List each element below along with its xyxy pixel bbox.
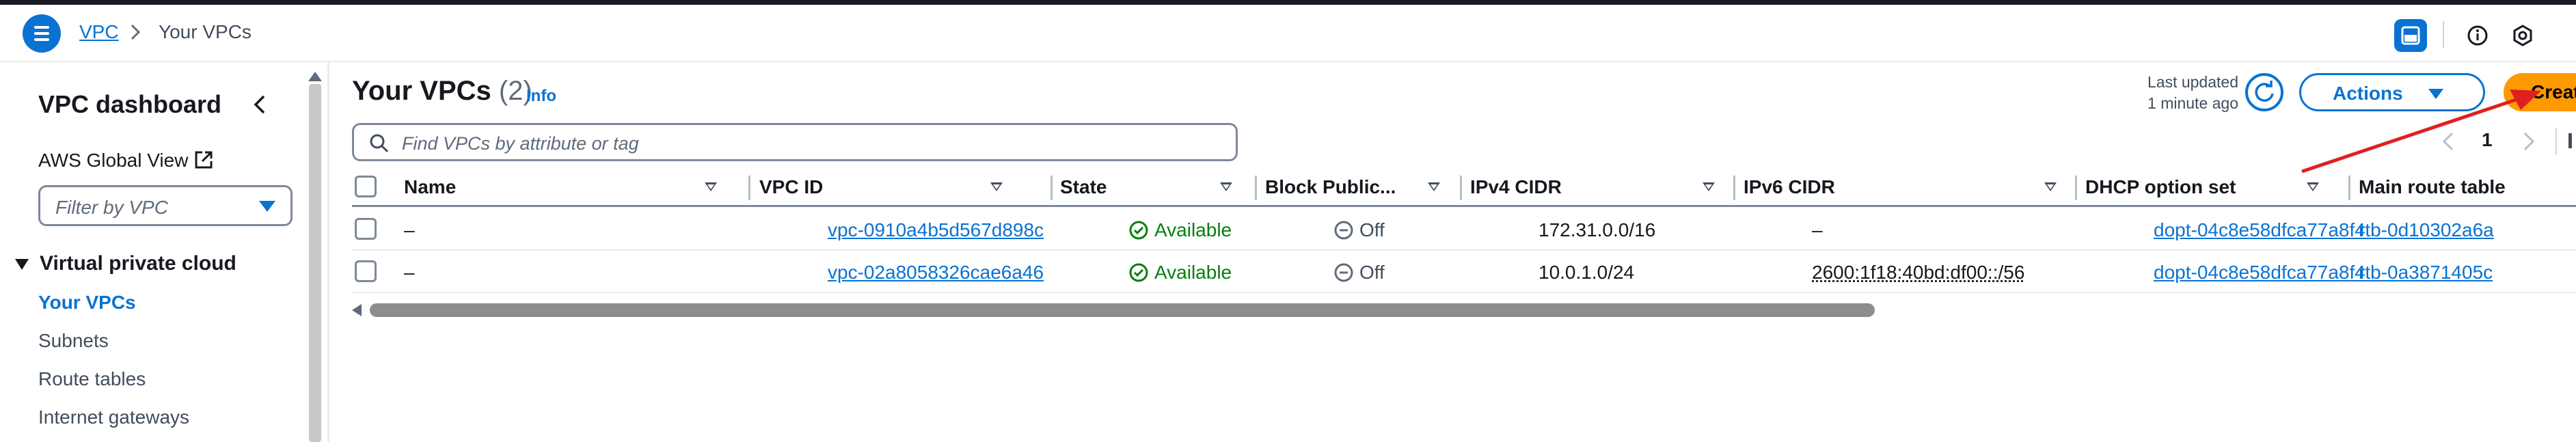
column-divider[interactable] [1255, 176, 1257, 200]
next-page-icon[interactable] [2520, 129, 2538, 154]
check-circle-icon [1129, 221, 1148, 240]
column-header-ipv4-cidr[interactable]: IPv4 CIDR [1470, 167, 1744, 207]
off-status-icon [1334, 263, 1353, 282]
collapse-sidebar-icon[interactable] [247, 91, 275, 118]
dhcp-option-set-link[interactable]: dopt-04c8e58dfca77a8f4 [2154, 262, 2365, 284]
info-link[interactable]: Info [526, 87, 556, 106]
scrollbar-thumb[interactable] [309, 84, 321, 442]
top-navigation: VPC Your VPCs [0, 5, 2576, 62]
cell-ipv6-cidr: 2600:1f18:40bd:df00::/56 [1812, 262, 2025, 283]
sidebar-item-internet-gateways[interactable]: Internet gateways [38, 406, 189, 428]
select-all-checkbox[interactable] [355, 176, 377, 197]
search-placeholder: Find VPCs by attribute or tag [402, 133, 639, 154]
column-divider[interactable] [1733, 176, 1735, 200]
menu-button[interactable] [23, 14, 61, 53]
sidebar-title: VPC dashboard [38, 90, 222, 118]
sort-icon[interactable] [990, 182, 1003, 191]
column-divider[interactable] [2075, 176, 2077, 200]
cell-state: Available [1128, 262, 1232, 284]
cell-ipv4-cidr: 10.0.1.0/24 [1538, 262, 1635, 283]
preferences-icon[interactable] [2566, 128, 2576, 152]
chevron-right-icon [131, 24, 141, 40]
page-title: Your VPCs (2) [352, 76, 532, 106]
search-input[interactable]: Find VPCs by attribute or tag [352, 123, 1238, 161]
dhcp-option-set-link[interactable]: dopt-04c8e58dfca77a8f4 [2154, 219, 2365, 241]
sort-icon[interactable] [1703, 182, 1715, 191]
side-navigation: VPC dashboard AWS Global View Filter by … [0, 62, 329, 442]
sort-icon[interactable] [2044, 182, 2057, 191]
column-header-name[interactable]: Name [404, 167, 727, 207]
horizontal-scrollbar[interactable] [352, 302, 1876, 318]
main-route-table-link[interactable]: rtb-0a3871405c [2359, 262, 2493, 284]
external-link-icon [195, 151, 213, 169]
sidebar-item-your-vpcs[interactable]: Your VPCs [38, 292, 136, 314]
info-icon[interactable] [2460, 18, 2495, 53]
refresh-button[interactable] [2245, 73, 2283, 111]
last-updated: Last updated 1 minute ago [2147, 73, 2238, 112]
cell-name: – [404, 262, 415, 283]
cell-ipv6-cidr: – [1812, 219, 1823, 240]
vpc-id-link[interactable]: vpc-02a8058326cae6a46 [828, 262, 1044, 284]
cell-block-public-access: Off [1333, 262, 1385, 284]
main-content: Your VPCs (2) Info Last updated 1 minute… [331, 62, 2576, 442]
column-header-ipv6-cidr[interactable]: IPv6 CIDR [1744, 167, 2085, 207]
cell-state: Available [1128, 219, 1232, 241]
row-checkbox[interactable] [355, 260, 377, 282]
previous-page-icon[interactable] [2439, 129, 2457, 154]
caret-down-icon [2428, 89, 2443, 99]
menu-icon [34, 26, 49, 29]
sidebar-item-subnets[interactable]: Subnets [38, 330, 109, 352]
column-divider[interactable] [1460, 176, 1462, 200]
main-route-table-link[interactable]: rtb-0d10302a6a [2359, 219, 2494, 241]
global-view-link[interactable]: AWS Global View [38, 150, 188, 171]
pager-divider [2555, 128, 2557, 155]
create-vpc-button[interactable]: Create VPC [2504, 73, 2576, 111]
table-row[interactable]: – vpc-0910a4b5d567d898c Available Off 17… [352, 208, 2576, 251]
top-band [0, 0, 2576, 5]
sort-icon[interactable] [2307, 182, 2319, 191]
sidebar-scrollbar[interactable] [308, 72, 323, 442]
column-divider[interactable] [748, 176, 750, 200]
expand-icon [15, 259, 29, 271]
vpc-id-link[interactable]: vpc-0910a4b5d567d898c [828, 219, 1044, 241]
settings-icon[interactable] [2506, 18, 2540, 53]
column-header-dhcp-option-set[interactable]: DHCP option set [2085, 167, 2359, 207]
off-status-icon [1334, 221, 1353, 240]
column-header-vpc-id[interactable]: VPC ID [759, 167, 1014, 207]
check-circle-icon [1129, 263, 1148, 282]
column-divider[interactable] [2348, 176, 2350, 200]
row-checkbox[interactable] [355, 218, 377, 240]
section-virtual-private-cloud[interactable]: Virtual private cloud [15, 252, 236, 275]
actions-button[interactable]: Actions [2299, 73, 2485, 111]
scrollbar-thumb[interactable] [370, 303, 1875, 317]
refresh-icon [2255, 81, 2274, 102]
column-header-state[interactable]: State [1060, 167, 1279, 207]
vpc-table-container: Your VPCs (2) Info Last updated 1 minute… [331, 62, 2576, 442]
sort-icon[interactable] [705, 182, 717, 191]
breadcrumb-vpc-link[interactable]: VPC [79, 21, 119, 43]
page-number[interactable]: 1 [2482, 129, 2493, 151]
column-header-block-public-access[interactable]: Block Public... [1265, 167, 1470, 207]
column-divider[interactable] [1050, 176, 1053, 200]
sort-icon[interactable] [1428, 182, 1440, 191]
vpc-filter-select[interactable]: Filter by VPC [38, 185, 293, 226]
cell-name: – [404, 219, 415, 240]
cell-block-public-access: Off [1333, 219, 1385, 241]
panel-icon[interactable] [2394, 18, 2428, 53]
scroll-up-icon[interactable] [308, 72, 322, 81]
table-header: Name VPC ID State Block Public... IPv4 C… [352, 167, 2576, 207]
vpc-filter-placeholder: Filter by VPC [55, 197, 168, 218]
table-row[interactable]: – vpc-02a8058326cae6a46 Available Off 10… [352, 251, 2576, 293]
search-icon [370, 134, 389, 153]
column-header-main-route-table[interactable]: Main route table [2359, 167, 2576, 207]
sidebar-item-route-tables[interactable]: Route tables [38, 368, 146, 390]
cell-ipv4-cidr: 172.31.0.0/16 [1538, 219, 1656, 240]
breadcrumb-current: Your VPCs [159, 21, 252, 42]
sort-icon[interactable] [1220, 182, 1232, 191]
caret-down-icon [259, 201, 275, 212]
header-divider [2443, 21, 2444, 49]
scroll-left-icon[interactable] [352, 304, 362, 316]
